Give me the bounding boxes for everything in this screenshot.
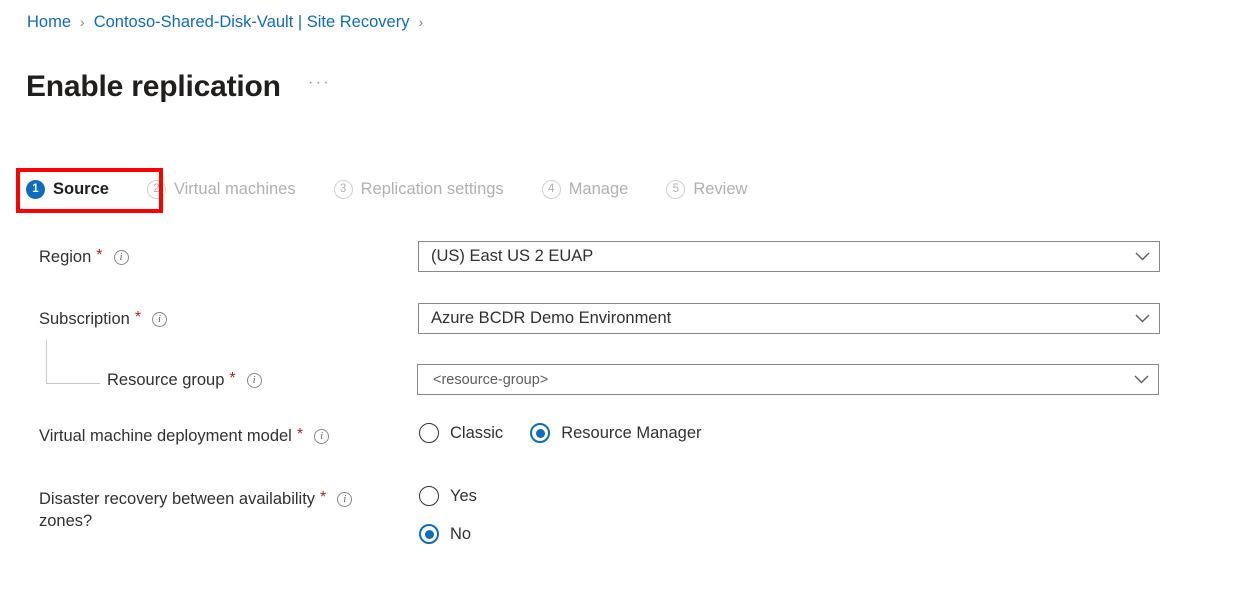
radio-mark-icon [419, 486, 439, 506]
availability-zones-radio-group: Yes No [419, 486, 477, 544]
radio-option-yes[interactable]: Yes [419, 486, 477, 506]
region-label: Region * i [39, 247, 129, 269]
breadcrumb: Home › Contoso-Shared-Disk-Vault | Site … [27, 13, 432, 32]
info-icon[interactable]: i [337, 492, 353, 507]
tab-manage[interactable]: 4 Manage [541, 177, 629, 202]
tab-replication-settings[interactable]: 3 Replication settings [333, 177, 504, 202]
wizard-step-tabs: 1 Source 2 Virtual machines 3 Replicatio… [26, 177, 747, 212]
chevron-down-icon [1125, 252, 1159, 261]
required-marker: * [134, 309, 142, 326]
availability-zones-label: Disaster recovery between availability z… [39, 489, 399, 533]
subscription-resource-group-connector [46, 340, 100, 384]
radio-mark-icon [419, 423, 439, 443]
page-title: Enable replication [26, 70, 281, 104]
step-number-badge: 2 [146, 180, 166, 199]
info-icon[interactable]: i [314, 429, 330, 444]
radio-mark-icon [419, 524, 439, 544]
region-dropdown[interactable]: (US) East US 2 EUAP [418, 241, 1160, 272]
breadcrumb-item-vault[interactable]: Contoso-Shared-Disk-Vault | Site Recover… [94, 13, 410, 32]
resource-group-dropdown[interactable]: <resource-group> [417, 364, 1159, 395]
radio-label: Yes [450, 486, 477, 505]
step-number-badge: 5 [666, 180, 686, 199]
subscription-dropdown[interactable]: Azure BCDR Demo Environment [418, 303, 1160, 334]
resource-group-label: Resource group * i [107, 370, 262, 392]
chevron-down-icon [1125, 314, 1159, 323]
tab-label: Manage [568, 180, 629, 198]
step-number-badge: 3 [333, 180, 353, 199]
info-icon[interactable]: i [246, 373, 262, 388]
info-icon[interactable]: i [113, 250, 129, 265]
breadcrumb-separator-icon: › [418, 13, 424, 30]
required-marker: * [96, 247, 103, 264]
radio-option-classic[interactable]: Classic [419, 423, 503, 443]
tab-label: Source [53, 180, 109, 198]
radio-label: Resource Manager [561, 423, 702, 442]
tab-virtual-machines[interactable]: 2 Virtual machines [146, 177, 296, 202]
radio-mark-icon [530, 423, 551, 443]
tab-review[interactable]: 5 Review [666, 177, 747, 202]
page-header: Enable replication ··· [26, 52, 331, 122]
tab-source[interactable]: 1 Source [26, 177, 113, 212]
step-number-badge: 1 [26, 180, 45, 199]
more-options-icon[interactable]: ··· [308, 72, 331, 92]
required-marker: * [296, 426, 304, 443]
subscription-label: Subscription * i [39, 309, 168, 331]
step-number-badge: 4 [541, 180, 561, 199]
tab-label: Virtual machines [173, 180, 296, 198]
radio-option-resource-manager[interactable]: Resource Manager [530, 423, 702, 443]
radio-label: Classic [450, 423, 504, 442]
region-value: (US) East US 2 EUAP [431, 247, 594, 265]
subscription-value: Azure BCDR Demo Environment [431, 309, 672, 327]
deployment-model-radio-group: Classic Resource Manager [419, 423, 729, 443]
required-marker: * [320, 489, 327, 506]
info-icon[interactable]: i [152, 312, 168, 327]
deployment-model-label: Virtual machine deployment model * i [39, 426, 330, 448]
tab-label: Replication settings [360, 180, 504, 198]
chevron-down-icon [1124, 375, 1158, 384]
resource-group-value: <resource-group> [433, 371, 549, 388]
radio-option-no[interactable]: No [419, 524, 477, 544]
required-marker: * [229, 370, 236, 387]
radio-label: No [450, 524, 472, 543]
tab-label: Review [693, 180, 748, 198]
breadcrumb-item-home[interactable]: Home [27, 13, 71, 32]
breadcrumb-separator-icon: › [80, 13, 85, 30]
